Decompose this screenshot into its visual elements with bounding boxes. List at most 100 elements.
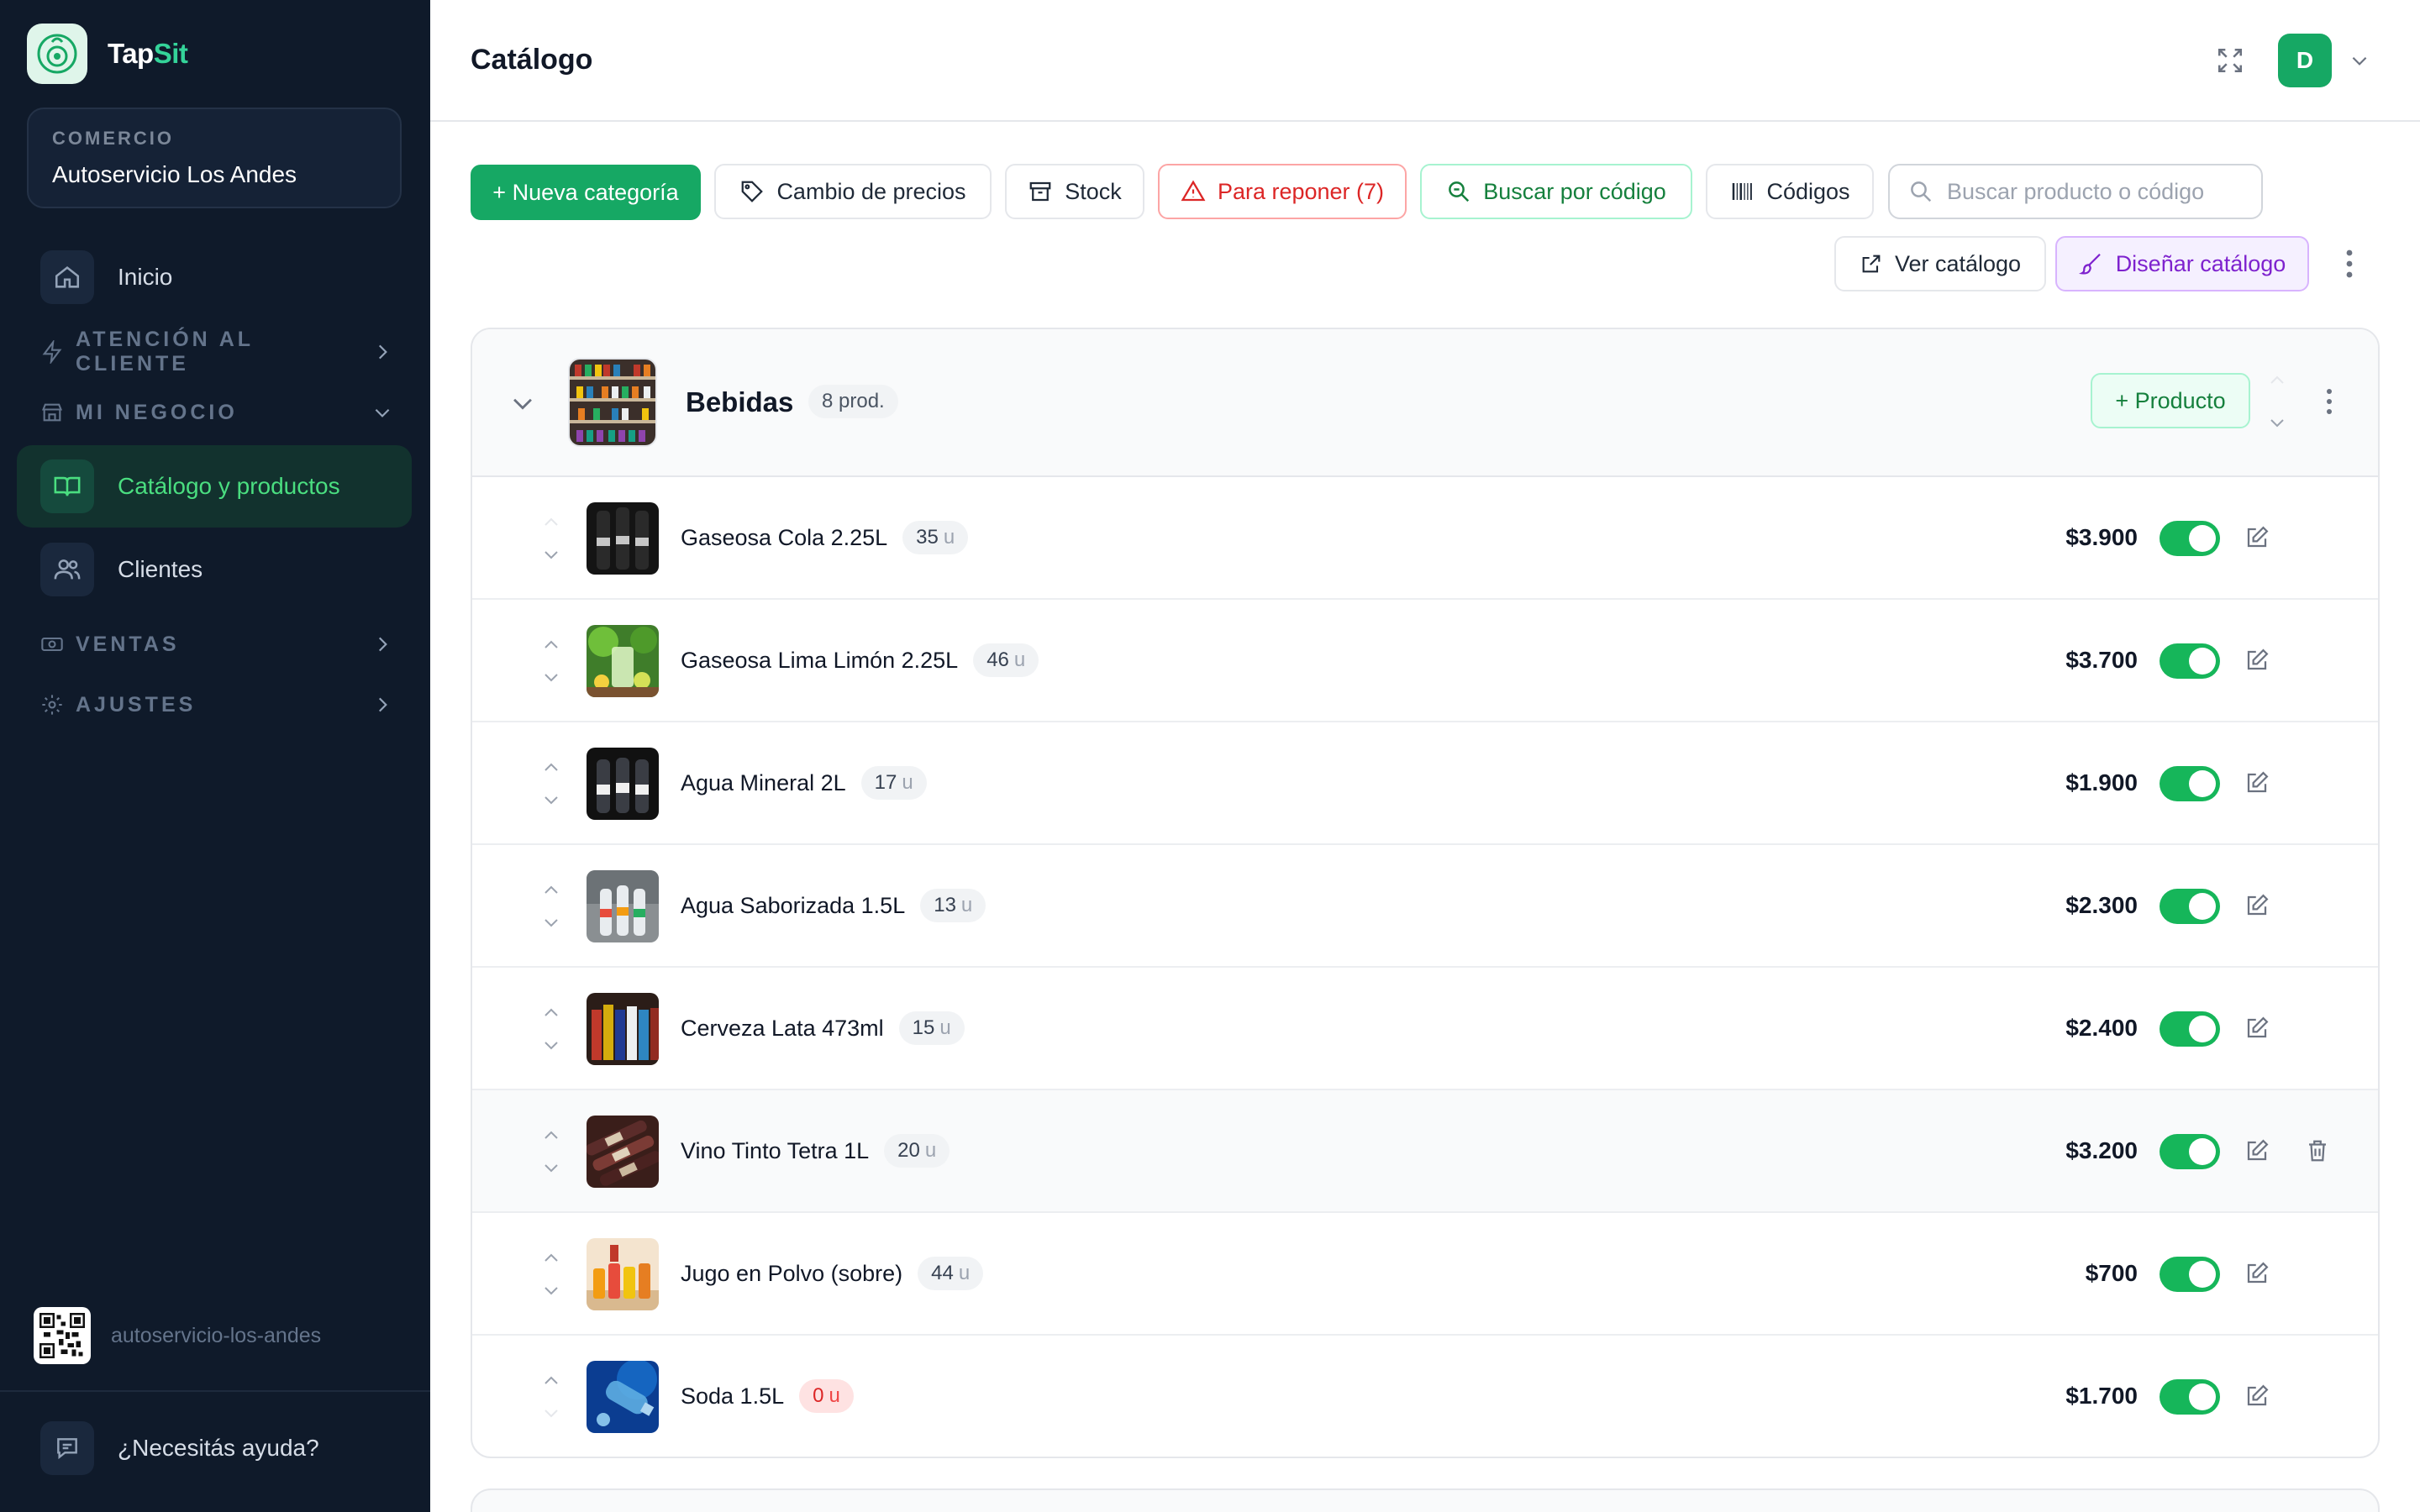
chevron-up-icon[interactable] <box>541 1250 561 1265</box>
qr-code-icon <box>34 1307 91 1364</box>
chevron-up-icon[interactable] <box>2267 371 2287 388</box>
codes-button[interactable]: Códigos <box>1706 164 1874 219</box>
stock-badge: 44 u <box>918 1257 984 1290</box>
chevron-down-icon[interactable] <box>541 548 561 563</box>
chevron-down-icon[interactable] <box>541 670 561 685</box>
stock-button[interactable]: Stock <box>1005 164 1144 219</box>
category-options-button[interactable] <box>2312 376 2346 427</box>
product-row[interactable]: Gaseosa Lima Limón 2.25L 46 u $3.700 <box>472 600 2378 722</box>
chevron-down-icon[interactable] <box>541 1161 561 1176</box>
product-image <box>587 870 659 942</box>
new-category-button[interactable]: + Nueva categoría <box>471 165 701 220</box>
restock-button[interactable]: Para reponer (7) <box>1158 164 1407 219</box>
button-label: Ver catálogo <box>1894 250 2022 276</box>
store-qr-link[interactable]: autoservicio-los-andes <box>34 1307 321 1364</box>
product-active-toggle[interactable] <box>2160 1257 2220 1292</box>
product-row[interactable]: Gaseosa Cola 2.25L 35 u $3.900 <box>472 477 2378 600</box>
chevron-down-icon[interactable] <box>541 793 561 808</box>
help-button[interactable]: ¿Necesitás ayuda? <box>40 1421 319 1475</box>
edit-product-button[interactable] <box>2242 1379 2272 1413</box>
product-active-toggle[interactable] <box>2160 1379 2220 1415</box>
home-icon <box>40 250 94 304</box>
category-name: Bebidas <box>686 386 794 417</box>
edit-product-button[interactable] <box>2242 766 2272 800</box>
product-row[interactable]: Jugo en Polvo (sobre) 44 u $700 <box>472 1213 2378 1336</box>
edit-product-button[interactable] <box>2242 521 2272 554</box>
fullscreen-button[interactable] <box>2212 42 2249 79</box>
sidebar-section-atencion[interactable]: ATENCIÓN AL CLIENTE <box>40 328 393 375</box>
product-active-toggle[interactable] <box>2160 766 2220 801</box>
product-active-toggle[interactable] <box>2160 1011 2220 1047</box>
brand[interactable]: TapSit <box>27 24 188 84</box>
product-active-toggle[interactable] <box>2160 643 2220 679</box>
product-name: Agua Mineral 2L <box>681 769 846 795</box>
stock-badge: 0u <box>799 1379 854 1413</box>
edit-icon <box>2247 648 2269 670</box>
product-row[interactable]: Agua Saborizada 1.5L 13 u $2.300 <box>472 845 2378 968</box>
stock-badge: 13 u <box>920 889 986 922</box>
product-row[interactable]: Cerveza Lata 473ml 15 u $2.400 <box>472 968 2378 1090</box>
sidebar-section-ajustes[interactable]: AJUSTES <box>40 685 393 725</box>
archive-icon <box>1029 181 1051 202</box>
edit-product-button[interactable] <box>2242 643 2272 677</box>
product-reorder <box>539 514 563 563</box>
chevron-up-icon[interactable] <box>541 1127 561 1142</box>
chevron-up-icon[interactable] <box>541 514 561 529</box>
edit-product-button[interactable] <box>2242 1257 2272 1290</box>
bolt-icon <box>42 340 62 364</box>
product-row[interactable]: Soda 1.5L 0u $1.700 <box>472 1336 2378 1457</box>
chevron-down-icon[interactable] <box>541 1038 561 1053</box>
edit-product-button[interactable] <box>2242 1134 2272 1168</box>
store-selector[interactable]: COMERCIO Autoservicio Los Andes <box>27 108 402 208</box>
sidebar-section-ventas[interactable]: VENTAS <box>40 624 393 664</box>
product-name: Vino Tinto Tetra 1L <box>681 1137 870 1163</box>
design-catalog-button[interactable]: Diseñar catálogo <box>2055 236 2309 291</box>
price-change-button[interactable]: Cambio de precios <box>714 164 992 219</box>
add-product-button[interactable]: + Producto <box>2091 373 2250 428</box>
chevron-down-icon[interactable] <box>541 916 561 931</box>
chevron-down-icon[interactable] <box>2267 415 2287 432</box>
sidebar-item-clientes[interactable]: Clientes <box>17 528 412 611</box>
sidebar-item-label: Inicio <box>118 264 173 290</box>
chevron-up-icon[interactable] <box>541 882 561 897</box>
stock-badge: 17 u <box>860 766 927 800</box>
search-by-code-button[interactable]: Buscar por código <box>1420 164 1692 219</box>
product-active-toggle[interactable] <box>2160 521 2220 556</box>
product-row[interactable]: Vino Tinto Tetra 1L 20 u $3.200 <box>472 1090 2378 1213</box>
top-header: Catálogo D <box>430 0 2420 122</box>
product-name: Agua Saborizada 1.5L <box>681 892 906 918</box>
sidebar-section-label: ATENCIÓN AL CLIENTE <box>76 328 254 375</box>
sidebar-section-negocio[interactable]: MI NEGOCIO <box>40 392 393 433</box>
product-price: $3.700 <box>2065 647 2138 673</box>
product-price: $2.300 <box>2065 892 2138 918</box>
product-active-toggle[interactable] <box>2160 889 2220 924</box>
sidebar-item-label: Catálogo y productos <box>118 473 340 499</box>
sidebar-item-inicio[interactable]: Inicio <box>17 236 412 318</box>
edit-product-button[interactable] <box>2242 889 2272 922</box>
avatar[interactable]: D <box>2278 34 2332 87</box>
user-menu-toggle[interactable] <box>2346 47 2373 74</box>
product-image <box>587 748 659 820</box>
category-reorder <box>2265 371 2289 432</box>
collapse-category-button[interactable] <box>506 386 539 420</box>
chevron-up-icon[interactable] <box>541 1373 561 1388</box>
product-row[interactable]: Agua Mineral 2L 17 u $1.900 <box>472 722 2378 845</box>
chevron-down-icon[interactable] <box>541 1284 561 1299</box>
chevron-up-icon[interactable] <box>541 637 561 652</box>
product-active-toggle[interactable] <box>2160 1134 2220 1169</box>
paintbrush-icon <box>2078 253 2101 275</box>
product-image <box>587 625 659 697</box>
delete-product-button[interactable] <box>2302 1134 2333 1168</box>
view-catalog-button[interactable]: Ver catálogo <box>1834 236 2046 291</box>
edit-product-button[interactable] <box>2242 1011 2272 1045</box>
search-icon <box>1449 181 1470 202</box>
chevron-up-icon[interactable] <box>541 1005 561 1020</box>
product-image <box>587 1361 659 1433</box>
brand-name: TapSit <box>108 38 188 69</box>
sidebar-item-catalogo[interactable]: Catálogo y productos <box>17 445 412 528</box>
search-input[interactable] <box>1947 178 2249 205</box>
more-options-button[interactable] <box>2333 239 2366 289</box>
product-search[interactable] <box>1888 164 2263 219</box>
chevron-up-icon[interactable] <box>541 759 561 774</box>
chevron-down-icon[interactable] <box>541 1406 561 1421</box>
